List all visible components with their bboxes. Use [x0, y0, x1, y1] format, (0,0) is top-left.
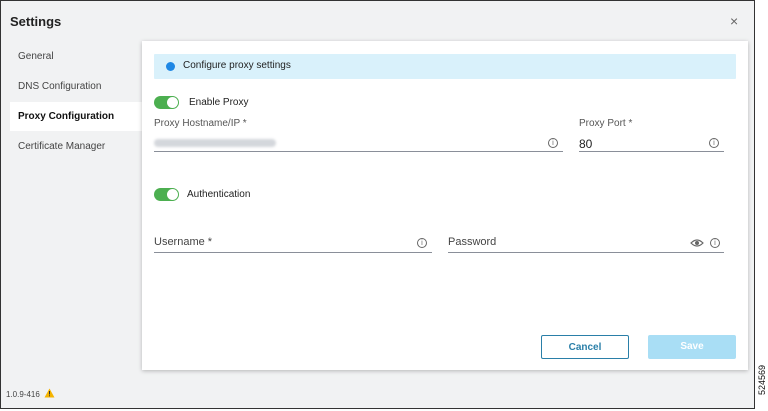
info-icon [166, 62, 175, 71]
figure-id: 524569 [757, 364, 767, 395]
proxy-port-input[interactable]: 80 [579, 137, 592, 151]
nav-item-dns-configuration[interactable]: DNS Configuration [10, 72, 142, 101]
nav-item-certificate-manager[interactable]: Certificate Manager [10, 132, 142, 161]
username-info-icon[interactable]: i [417, 238, 427, 248]
window-title: Settings [10, 14, 62, 29]
hostname-info-icon[interactable]: i [548, 138, 558, 148]
close-icon[interactable]: × [730, 14, 738, 28]
cancel-button[interactable]: Cancel [541, 335, 629, 359]
password-label: Password [448, 236, 497, 248]
nav-item-general[interactable]: General [10, 42, 142, 71]
show-password-icon[interactable] [690, 238, 704, 248]
proxy-port-underline [579, 151, 724, 152]
save-button[interactable]: Save [648, 335, 736, 359]
warning-icon[interactable] [44, 388, 55, 398]
username-input[interactable] [154, 252, 432, 253]
proxy-hostname-value-blurred [154, 139, 276, 147]
proxy-port-label: Proxy Port * [579, 118, 633, 129]
proxy-settings-panel: Configure proxy settings Enable Proxy Pr… [142, 41, 748, 370]
proxy-hostname-label: Proxy Hostname/IP * [154, 118, 247, 129]
username-label: Username * [154, 236, 213, 248]
proxy-hostname-input[interactable] [154, 151, 563, 152]
authentication-label: Authentication [187, 189, 251, 200]
settings-window: Settings × General DNS Configuration Pro… [0, 0, 755, 409]
password-input[interactable] [448, 252, 724, 253]
enable-proxy-label: Enable Proxy [189, 97, 249, 108]
enable-proxy-toggle[interactable] [154, 96, 179, 109]
version-label: 1.0.9-416 [6, 390, 40, 399]
nav-item-proxy-configuration[interactable]: Proxy Configuration [10, 102, 142, 131]
authentication-toggle[interactable] [154, 188, 179, 201]
port-info-icon[interactable]: i [709, 138, 719, 148]
banner-text: Configure proxy settings [183, 60, 291, 71]
password-info-icon[interactable]: i [710, 238, 720, 248]
info-banner: Configure proxy settings [154, 54, 736, 79]
